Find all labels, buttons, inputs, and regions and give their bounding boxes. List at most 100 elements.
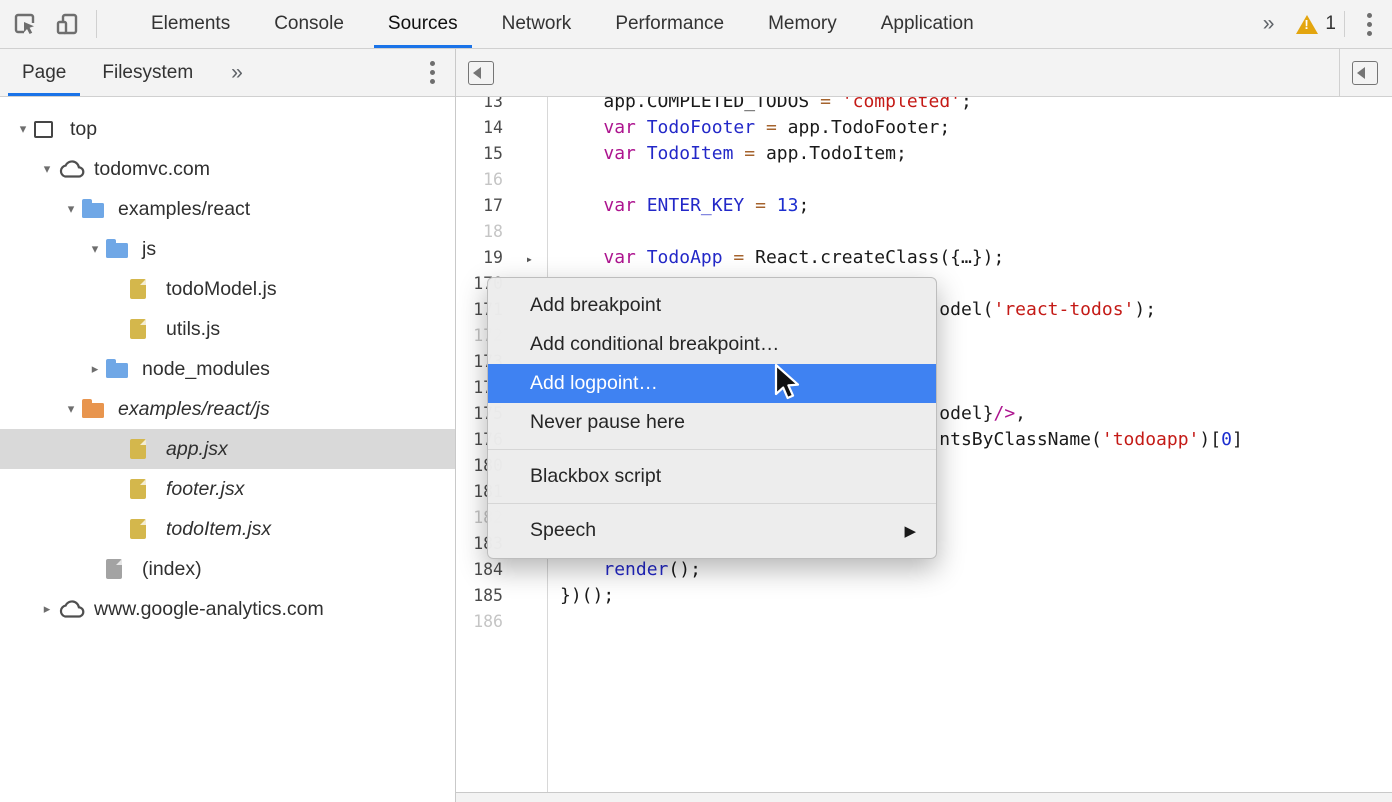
- folder-glyph: [82, 403, 104, 418]
- tree-item-label: examples/react/js: [118, 398, 270, 421]
- code-line[interactable]: 184 render();: [456, 557, 1392, 583]
- menu-separator: [488, 503, 936, 504]
- tree-item-examples-react-js[interactable]: ▾ examples/react/js: [0, 389, 455, 429]
- code-line[interactable]: 186: [456, 609, 1392, 635]
- navigator-tab-page[interactable]: Page: [8, 49, 80, 96]
- code-line[interactable]: 185})();: [456, 583, 1392, 609]
- tree-item-label: top: [70, 118, 97, 141]
- tree-item-examples-react[interactable]: ▾ examples/react: [0, 189, 455, 229]
- chevron-down-icon[interactable]: ▾: [36, 161, 58, 177]
- tab-elements[interactable]: Elements: [129, 0, 252, 48]
- line-number[interactable]: 17: [456, 193, 547, 219]
- tree-item-footer-jsx[interactable]: footer.jsx: [0, 469, 455, 509]
- code-text: var ENTER_KEY = 13;: [547, 193, 809, 219]
- toolbar-separator: [1344, 11, 1345, 37]
- line-number[interactable]: 185: [456, 583, 547, 609]
- menu-item-speech[interactable]: Speech▶: [488, 511, 936, 550]
- file-yellow-icon: [130, 319, 160, 339]
- code-line[interactable]: 18: [456, 219, 1392, 245]
- code-line[interactable]: 13 app.COMPLETED_TODOS = 'completed';: [456, 97, 1392, 115]
- chevron-right-icon[interactable]: ▸: [84, 361, 106, 377]
- tab-application[interactable]: Application: [859, 0, 996, 48]
- tree-item-js[interactable]: ▾ js: [0, 229, 455, 269]
- inspect-element-icon[interactable]: [8, 7, 42, 41]
- chevron-down-icon[interactable]: ▾: [60, 201, 82, 217]
- tree-item-www-google-analytics-com[interactable]: ▸www.google-analytics.com: [0, 589, 455, 629]
- navigator-menu-icon[interactable]: [416, 53, 449, 92]
- line-number[interactable]: 16: [456, 167, 547, 193]
- code-line[interactable]: 16: [456, 167, 1392, 193]
- tree-item-todoitem-jsx[interactable]: todoItem.jsx: [0, 509, 455, 549]
- tree-item-top[interactable]: ▾ top: [0, 109, 455, 149]
- tree-item-utils-js[interactable]: utils.js: [0, 309, 455, 349]
- code-text: var TodoFooter = app.TodoFooter;: [547, 115, 950, 141]
- chevron-down-icon[interactable]: ▾: [12, 121, 34, 137]
- file-yellow-icon: [130, 279, 160, 299]
- line-number[interactable]: 15: [456, 141, 547, 167]
- menu-item-add-conditional-breakpoint[interactable]: Add conditional breakpoint…: [488, 325, 936, 364]
- toggle-navigator-icon[interactable]: [468, 61, 494, 85]
- device-toolbar-icon[interactable]: [50, 7, 84, 41]
- file-yellow-icon: [130, 479, 160, 499]
- tab-memory[interactable]: Memory: [746, 0, 859, 48]
- tree-item-todomvc-com[interactable]: ▾ todomvc.com: [0, 149, 455, 189]
- chevron-right-icon[interactable]: ▸: [36, 601, 58, 617]
- code-line[interactable]: 15 var TodoItem = app.TodoItem;: [456, 141, 1392, 167]
- tab-console[interactable]: Console: [252, 0, 366, 48]
- tree-item-label: examples/react: [118, 198, 250, 221]
- tree-item--index-[interactable]: (index): [0, 549, 455, 589]
- cloud-icon: [58, 160, 88, 179]
- code-text: [547, 609, 560, 635]
- toolbar-separator: [96, 10, 97, 38]
- menu-item-add-breakpoint[interactable]: Add breakpoint: [488, 286, 936, 325]
- menu-item-never-pause-here[interactable]: Never pause here: [488, 403, 936, 442]
- line-number[interactable]: 186: [456, 609, 547, 635]
- tab-sources[interactable]: Sources: [366, 0, 480, 48]
- tree-item-label: js: [142, 238, 156, 261]
- file-yellow-icon: [130, 439, 160, 459]
- warning-badge[interactable]: 1: [1296, 13, 1336, 35]
- tab-network[interactable]: Network: [480, 0, 594, 48]
- tree-item-label: (index): [142, 558, 202, 581]
- folder-blue-icon: [106, 360, 136, 378]
- submenu-arrow-icon: ▶: [904, 522, 916, 540]
- line-number[interactable]: 13: [456, 97, 547, 115]
- code-text: [547, 167, 560, 193]
- navigator-tab-filesystem[interactable]: Filesystem: [88, 49, 207, 96]
- tree-item-node-modules[interactable]: ▸node_modules: [0, 349, 455, 389]
- navigator-tabs: PageFilesystem: [0, 49, 207, 96]
- navigator-more-chevron[interactable]: »: [217, 61, 257, 85]
- code-line[interactable]: 17 var ENTER_KEY = 13;: [456, 193, 1392, 219]
- folder-orange-icon: [82, 400, 112, 418]
- tree-item-label: footer.jsx: [166, 478, 244, 501]
- tab-performance[interactable]: Performance: [593, 0, 746, 48]
- line-number[interactable]: 19▸: [456, 245, 547, 271]
- mouse-cursor: [770, 363, 804, 408]
- devtools-menu-icon[interactable]: [1353, 5, 1386, 44]
- code-line[interactable]: 19▸ var TodoApp = React.createClass({…})…: [456, 245, 1392, 271]
- code-text: })();: [547, 583, 614, 609]
- navigator-pane: PageFilesystem » ▾ top ▾ todomvc.com ▾ exampl…: [0, 49, 456, 802]
- menu-item-add-logpoint[interactable]: Add logpoint…: [488, 364, 936, 403]
- folder-glyph: [106, 243, 128, 258]
- code-line[interactable]: 14 var TodoFooter = app.TodoFooter;: [456, 115, 1392, 141]
- warning-icon: [1296, 15, 1318, 34]
- line-number[interactable]: 184: [456, 557, 547, 583]
- tree-item-app-jsx[interactable]: app.jsx: [0, 429, 455, 469]
- more-panels-chevron[interactable]: »: [1241, 12, 1297, 36]
- code-text: var TodoItem = app.TodoItem;: [547, 141, 907, 167]
- toggle-debugger-sidebar-icon[interactable]: [1352, 61, 1378, 85]
- tree-item-label: todoModel.js: [166, 278, 277, 301]
- code-fold-icon[interactable]: ▸: [526, 246, 533, 272]
- devtools-window: ElementsConsoleSourcesNetworkPerformance…: [0, 0, 1392, 802]
- line-number[interactable]: 14: [456, 115, 547, 141]
- chevron-down-icon[interactable]: ▾: [60, 401, 82, 417]
- line-number[interactable]: 18: [456, 219, 547, 245]
- folder-glyph: [106, 363, 128, 378]
- file-gray-icon: [106, 559, 136, 579]
- file-glyph: [130, 279, 146, 299]
- tree-item-todomodel-js[interactable]: todoModel.js: [0, 269, 455, 309]
- menu-item-blackbox-script[interactable]: Blackbox script: [488, 457, 936, 496]
- chevron-down-icon[interactable]: ▾: [84, 241, 106, 257]
- tree-item-label: todomvc.com: [94, 158, 210, 181]
